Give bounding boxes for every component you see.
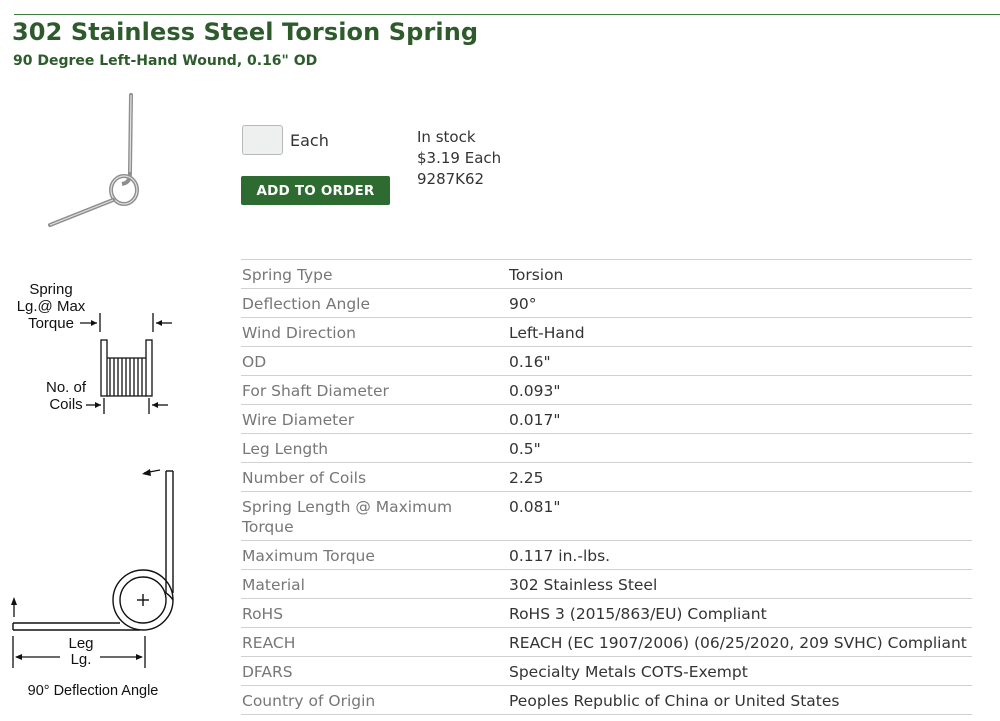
spec-row: Material 302 Stainless Steel bbox=[241, 569, 972, 599]
spec-label: REACH bbox=[241, 627, 509, 657]
spec-row: REACH REACH (EC 1907/2006) (06/25/2020, 2… bbox=[241, 627, 972, 657]
spec-value: Specialty Metals COTS-Exempt bbox=[509, 656, 972, 686]
stock-info: In stock $3.19 Each 9287K62 bbox=[417, 127, 501, 190]
spec-label: Material bbox=[241, 569, 509, 599]
spec-label: Wind Direction bbox=[241, 317, 509, 347]
spec-row: OD 0.16" bbox=[241, 346, 972, 376]
spec-row: Number of Coils 2.25 bbox=[241, 462, 972, 492]
spec-label: Spring Type bbox=[241, 259, 509, 289]
spec-label: For Shaft Diameter bbox=[241, 375, 509, 405]
part-number: 9287K62 bbox=[417, 170, 485, 188]
diagram-leg-label-2: Lg. bbox=[71, 651, 92, 668]
spec-value: Torsion bbox=[509, 259, 972, 289]
spec-label: Country of Origin bbox=[241, 685, 509, 715]
spec-row: Maximum Torque 0.117 in.-lbs. bbox=[241, 540, 972, 570]
spec-value: 0.081" bbox=[509, 491, 972, 541]
diagram-angle-caption: 90° Deflection Angle bbox=[28, 683, 159, 699]
spec-label: RoHS bbox=[241, 598, 509, 628]
spec-value: Left-Hand bbox=[509, 317, 972, 347]
spec-row: For Shaft Diameter 0.093" bbox=[241, 375, 972, 405]
product-illustrations: Spring Lg.@ Max Torque No. of Coils Leg … bbox=[11, 93, 174, 699]
spring-length-diagram-icon: Spring Lg.@ Max Torque No. of Coils bbox=[17, 281, 172, 414]
product-title: 302 Stainless Steel Torsion Spring bbox=[12, 18, 479, 46]
spec-row: Wire Diameter 0.017" bbox=[241, 404, 972, 434]
spec-row: RoHS RoHS 3 (2015/863/EU) Compliant bbox=[241, 598, 972, 628]
torsion-spring-photo-icon bbox=[48, 93, 139, 227]
spec-value: 0.093" bbox=[509, 375, 972, 405]
diagram-spring-length-label-3: Torque bbox=[28, 315, 74, 332]
spec-label: Deflection Angle bbox=[241, 288, 509, 318]
spec-label: Wire Diameter bbox=[241, 404, 509, 434]
spec-value: 0.017" bbox=[509, 404, 972, 434]
diagram-spring-length-label-2: Lg.@ Max bbox=[17, 298, 86, 315]
spec-value: RoHS 3 (2015/863/EU) Compliant bbox=[509, 598, 972, 628]
availability-status: In stock bbox=[417, 128, 476, 146]
spec-row: Spring Length @ Maximum Torque 0.081" bbox=[241, 491, 972, 541]
spec-value: 2.25 bbox=[509, 462, 972, 492]
spec-row: Wind Direction Left-Hand bbox=[241, 317, 972, 347]
spec-label: Maximum Torque bbox=[241, 540, 509, 570]
add-to-order-button[interactable]: ADD TO ORDER bbox=[241, 176, 390, 205]
specifications-table: Spring Type Torsion Deflection Angle 90° Win… bbox=[241, 259, 972, 715]
diagram-coils-label-1: No. of bbox=[46, 379, 87, 396]
deflection-angle-diagram-icon: Leg Lg. 90° Deflection Angle bbox=[11, 469, 174, 699]
spec-value: Peoples Republic of China or United Stat… bbox=[509, 685, 972, 715]
spec-value: 0.16" bbox=[509, 346, 972, 376]
product-figure: Spring Lg.@ Max Torque No. of Coils Leg … bbox=[0, 85, 200, 721]
spec-value: 0.5" bbox=[509, 433, 972, 463]
diagram-leg-label-1: Leg bbox=[68, 635, 93, 652]
spec-label: DFARS bbox=[241, 656, 509, 686]
spec-label: Spring Length @ Maximum Torque bbox=[241, 491, 509, 541]
spec-value: 0.117 in.-lbs. bbox=[509, 540, 972, 570]
spec-label: OD bbox=[241, 346, 509, 376]
spec-label: Number of Coils bbox=[241, 462, 509, 492]
diagram-coils-label-2: Coils bbox=[49, 396, 82, 413]
spec-value: REACH (EC 1907/2006) (06/25/2020, 209 SV… bbox=[509, 627, 972, 657]
quantity-unit-label: Each bbox=[290, 131, 329, 150]
spec-row: Spring Type Torsion bbox=[241, 259, 972, 289]
quantity-input[interactable] bbox=[242, 125, 283, 155]
spec-row: Country of Origin Peoples Republic of Chi… bbox=[241, 685, 972, 715]
unit-price: $3.19 Each bbox=[417, 149, 502, 167]
spec-row: DFARS Specialty Metals COTS-Exempt bbox=[241, 656, 972, 686]
spec-value: 90° bbox=[509, 288, 972, 318]
spec-row: Deflection Angle 90° bbox=[241, 288, 972, 318]
header-divider bbox=[14, 14, 1000, 15]
spec-label: Leg Length bbox=[241, 433, 509, 463]
spec-row: Leg Length 0.5" bbox=[241, 433, 972, 463]
spec-value: 302 Stainless Steel bbox=[509, 569, 972, 599]
product-subtitle: 90 Degree Left-Hand Wound, 0.16" OD bbox=[13, 53, 318, 69]
diagram-spring-length-label-1: Spring bbox=[29, 281, 72, 298]
